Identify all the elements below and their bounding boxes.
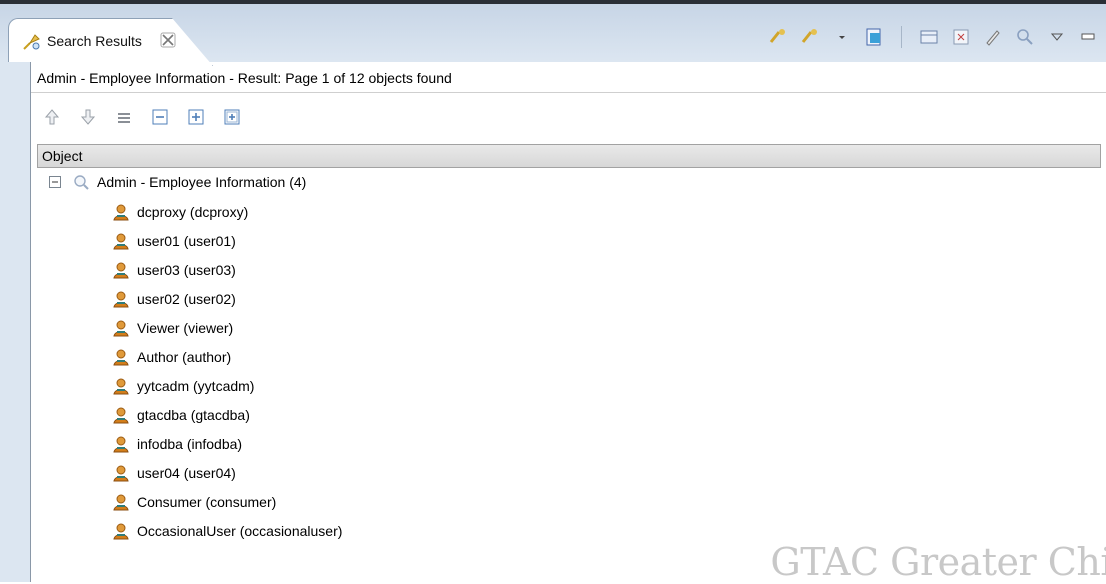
list-item-label: Author (author) [137,349,232,365]
view-toolbar [767,24,1100,50]
minimize-icon[interactable] [1078,26,1100,48]
list-item-label: dcproxy (dcproxy) [137,204,249,220]
collapse-toggle-icon[interactable] [45,172,65,192]
tree-action-bar [41,106,243,128]
user-icon [111,318,131,338]
export-icon[interactable] [863,26,885,48]
toolbar-separator [901,26,902,48]
edit-icon[interactable] [982,26,1004,48]
move-up-icon[interactable] [41,106,63,128]
list-item[interactable]: user03 (user03) [111,256,236,284]
list-item-label: Viewer (viewer) [137,320,234,336]
collapse-all-icon[interactable] [113,106,135,128]
user-icon [111,463,131,483]
user-icon [111,521,131,541]
user-icon [111,434,131,454]
list-item-label: user03 (user03) [137,262,236,278]
tab-search-results[interactable]: Search Results [8,18,213,66]
list-item[interactable]: Consumer (consumer) [111,488,276,516]
column-header-object[interactable]: Object [37,144,1101,168]
chevron-down-icon[interactable] [831,26,853,48]
tab-label: Search Results [47,33,142,49]
expand-icon[interactable] [185,106,207,128]
saved-query-icon[interactable] [767,26,789,48]
collapse-icon[interactable] [149,106,171,128]
list-item[interactable]: Author (author) [111,343,231,371]
user-icon [111,376,131,396]
query-dropdown-icon[interactable] [799,26,821,48]
list-item[interactable]: user04 (user04) [111,459,236,487]
column-header-label: Object [42,148,83,164]
view-tab-bar: Search Results [0,0,1106,66]
list-item[interactable]: infodba (infodba) [111,430,242,458]
list-item-label: user02 (user02) [137,291,236,307]
results-panel: Admin - Employee Information - Result: P… [30,62,1106,584]
table-view-icon[interactable] [918,26,940,48]
list-item[interactable]: yytcadm (yytcadm) [111,372,254,400]
editor-left-border [0,62,30,582]
user-icon [111,492,131,512]
divider [31,92,1106,93]
list-item[interactable]: OccasionalUser (occasionaluser) [111,517,342,545]
tree-root-label: Admin - Employee Information (4) [97,174,307,190]
tree-root[interactable]: Admin - Employee Information (4) [45,168,306,196]
list-item-label: user01 (user01) [137,233,236,249]
list-item-label: Consumer (consumer) [137,494,277,510]
expand-all-icon[interactable] [221,106,243,128]
clear-icon[interactable] [950,26,972,48]
list-item[interactable]: user02 (user02) [111,285,236,313]
list-item[interactable]: user01 (user01) [111,227,236,255]
list-item-label: infodba (infodba) [137,436,243,452]
user-icon [111,405,131,425]
search-results-view: Search Results Admin - Employee Informat… [0,0,1106,584]
result-title: Admin - Employee Information - Result: P… [37,70,452,86]
list-item-label: OccasionalUser (occasionaluser) [137,523,343,539]
move-down-icon[interactable] [77,106,99,128]
list-item-label: user04 (user04) [137,465,236,481]
view-menu-icon[interactable] [1046,26,1068,48]
watermark: GTAC Greater Chi [770,540,1106,584]
search-folder-icon [71,172,91,192]
list-item[interactable]: Viewer (viewer) [111,314,233,342]
user-icon [111,347,131,367]
list-item[interactable]: dcproxy (dcproxy) [111,198,248,226]
find-icon[interactable] [1014,26,1036,48]
list-item[interactable]: gtacdba (gtacdba) [111,401,250,429]
search-results-icon [21,31,43,53]
user-icon [111,202,131,222]
user-icon [111,260,131,280]
list-item-label: yytcadm (yytcadm) [137,378,255,394]
close-icon[interactable] [159,31,177,49]
user-icon [111,289,131,309]
list-item-label: gtacdba (gtacdba) [137,407,250,423]
user-icon [111,231,131,251]
